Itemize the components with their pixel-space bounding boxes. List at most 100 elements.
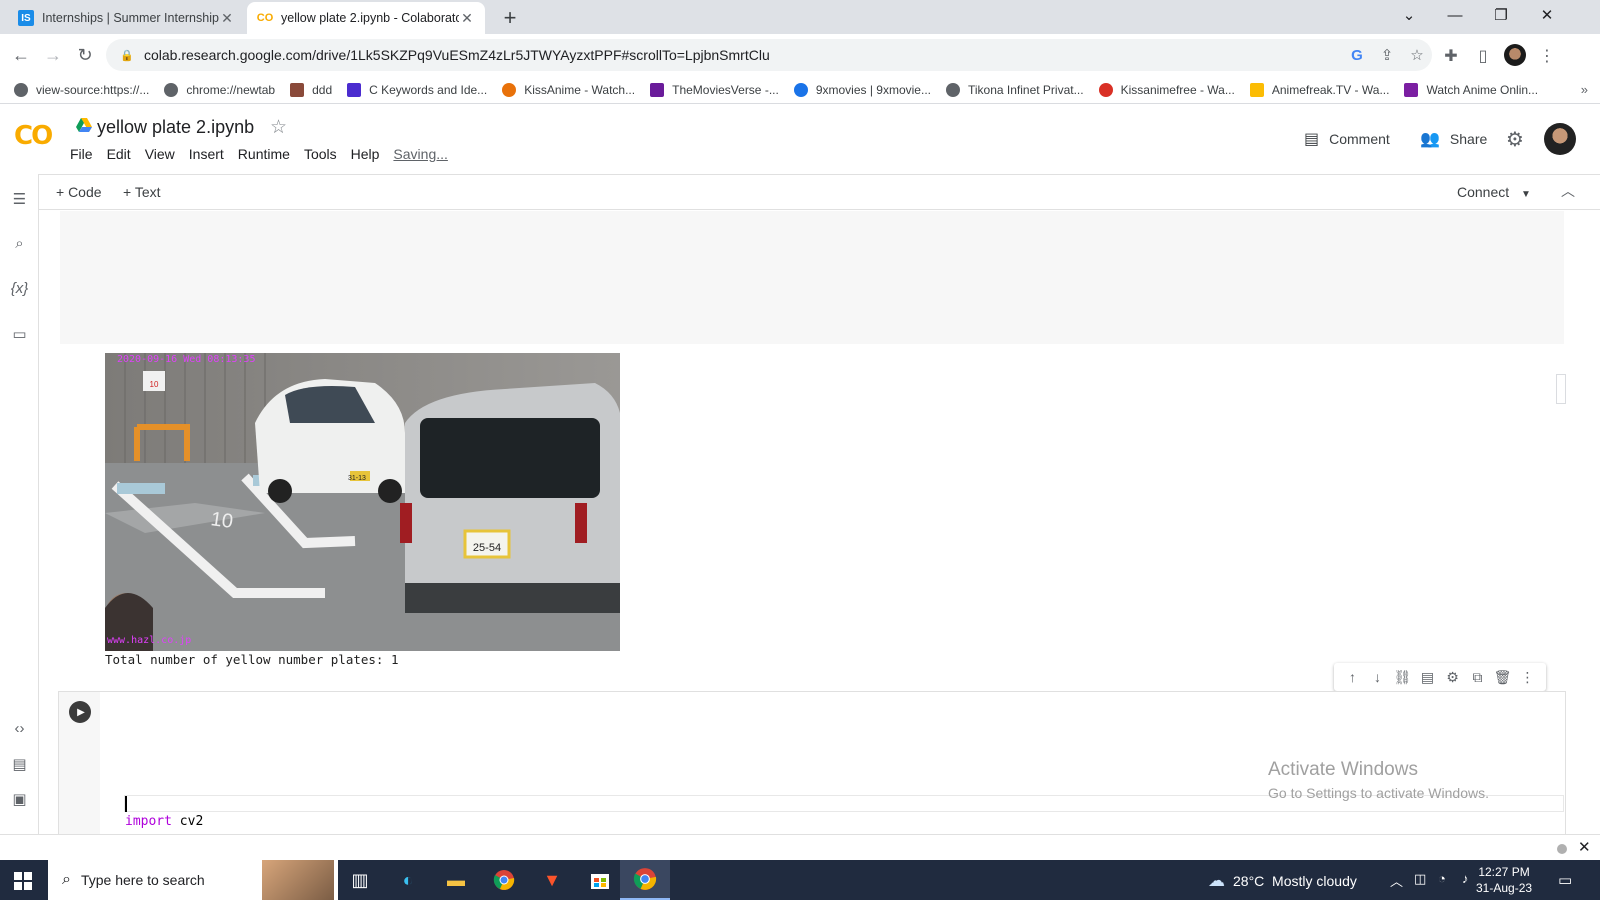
bookmark-item[interactable]: 9xmovies | 9xmovie...	[793, 82, 931, 97]
tab-colab-notebook[interactable]: CO yellow plate 2.ipynb - Colaborato ✕	[247, 2, 485, 34]
move-down-icon[interactable]: ↓	[1367, 669, 1389, 685]
wifi-icon[interactable]: ◔	[1438, 871, 1446, 886]
mirror-cell-icon[interactable]: ⧉	[1467, 669, 1489, 686]
move-up-icon[interactable]: ↑	[1342, 669, 1364, 685]
animefreak-favicon-icon	[1249, 82, 1264, 97]
code-line[interactable]: import cv2	[125, 814, 203, 829]
forward-arrow-icon[interactable]: →	[40, 42, 66, 68]
restore-button[interactable]: ❐	[1478, 0, 1524, 30]
tab-internships[interactable]: IS Internships | Summer Internship 2 ✕	[8, 2, 245, 34]
lock-icon[interactable]: 🔒	[120, 49, 134, 62]
browser-menu-icon[interactable]: ⋮	[1536, 46, 1558, 66]
files-folder-icon[interactable]: ▭	[8, 325, 31, 343]
star-icon[interactable]: ☆	[270, 116, 287, 139]
minimize-button[interactable]: —	[1432, 0, 1478, 30]
menu-tools[interactable]: Tools	[304, 146, 337, 162]
url-text[interactable]: colab.research.google.com/drive/1Lk5SKZP…	[144, 47, 1342, 63]
bookmark-item[interactable]: KissAnime - Watch...	[502, 82, 635, 97]
play-favicon-icon	[793, 82, 808, 97]
chrome-icon[interactable]	[480, 860, 528, 900]
previous-cell[interactable]	[60, 211, 1564, 344]
terminal-icon[interactable]: ▣	[8, 790, 31, 808]
microsoft-store-icon[interactable]	[576, 860, 624, 900]
variables-icon[interactable]: {x}	[8, 280, 31, 297]
menu-help[interactable]: Help	[351, 146, 380, 162]
google-icon[interactable]: G	[1342, 47, 1372, 64]
comment-icon[interactable]: ▤	[1417, 669, 1439, 686]
more-bookmarks-chevron-icon[interactable]: »	[1581, 82, 1588, 97]
globe-icon	[164, 82, 179, 97]
saving-status[interactable]: Saving...	[393, 146, 447, 162]
bookmark-item[interactable]: view-source:https://...	[14, 82, 149, 97]
bookmark-label: C Keywords and Ide...	[369, 82, 488, 97]
settings-gear-icon[interactable]: ⚙	[1506, 127, 1524, 152]
connect-button[interactable]: Connect ▼	[1457, 184, 1531, 200]
command-palette-icon[interactable]: ▤	[8, 755, 31, 773]
side-panel-icon[interactable]: ▯	[1472, 46, 1494, 66]
menu-insert[interactable]: Insert	[189, 146, 224, 162]
bookmark-item[interactable]: Watch Anime Onlin...	[1404, 82, 1538, 97]
account-avatar[interactable]	[1544, 123, 1576, 155]
code-snippets-icon[interactable]: ‹›	[8, 720, 31, 737]
close-window-button[interactable]: ✕	[1524, 0, 1570, 30]
menu-edit[interactable]: Edit	[107, 146, 131, 162]
address-bar[interactable]: 🔒 colab.research.google.com/drive/1Lk5SK…	[106, 39, 1432, 71]
google-drive-icon[interactable]	[76, 118, 92, 132]
profile-avatar-icon[interactable]	[1504, 44, 1526, 66]
show-hidden-icons-chevron-icon[interactable]: ︿	[1390, 871, 1403, 890]
close-icon[interactable]: ✕	[1578, 838, 1591, 856]
close-tab-icon[interactable]: ✕	[459, 10, 475, 27]
brave-icon[interactable]: ▼	[528, 860, 576, 900]
search-icon[interactable]: ⌕	[8, 235, 31, 252]
bookmark-item[interactable]: Kissanimefree - Wa...	[1098, 82, 1235, 97]
close-tab-icon[interactable]: ✕	[219, 10, 235, 27]
bookmark-item[interactable]: ddd	[290, 82, 332, 97]
back-arrow-icon[interactable]: ←	[8, 42, 34, 68]
edge-icon[interactable]: ◐	[384, 860, 432, 900]
scrollbar-thumb[interactable]	[1556, 374, 1566, 404]
run-cell-play-icon[interactable]: ▶	[69, 701, 91, 723]
volume-icon[interactable]: ♪	[1462, 871, 1469, 886]
system-clock[interactable]: 12:27 PM 31-Aug-23	[1476, 864, 1532, 896]
white-car	[255, 379, 405, 503]
link-icon[interactable]: ⛓	[1392, 669, 1414, 686]
table-of-contents-icon[interactable]: ☰	[8, 190, 31, 208]
add-code-button[interactable]: + Code	[56, 184, 102, 200]
delete-icon[interactable]: 🗑	[1492, 669, 1514, 686]
bookmark-item[interactable]: Animefreak.TV - Wa...	[1249, 82, 1389, 97]
menu-runtime[interactable]: Runtime	[238, 146, 290, 162]
share-button[interactable]: 👥 Share	[1420, 129, 1487, 149]
add-text-button[interactable]: + Text	[123, 184, 161, 200]
bookmark-star-icon[interactable]: ☆	[1402, 46, 1432, 64]
tab-search-chevron-icon[interactable]: ⌄	[1386, 0, 1432, 30]
meet-now-icon[interactable]: ◫	[1414, 871, 1426, 887]
new-tab-button[interactable]: +	[498, 5, 522, 31]
task-view-icon[interactable]: ▥	[336, 860, 384, 900]
bookmark-item[interactable]: Tikona Infinet Privat...	[945, 82, 1084, 97]
parking-sign-number: 10	[150, 380, 159, 389]
extensions-puzzle-icon[interactable]: ✚	[1440, 46, 1462, 66]
bookmark-label: Tikona Infinet Privat...	[967, 82, 1084, 97]
menu-file[interactable]: File	[70, 146, 93, 162]
file-explorer-icon[interactable]: ▬	[432, 860, 480, 900]
browser-toolbar: ← → ↻ 🔒 colab.research.google.com/drive/…	[0, 34, 1600, 76]
internshala-favicon-icon: IS	[18, 10, 34, 26]
reload-icon[interactable]: ↻	[72, 42, 98, 68]
notebook-title[interactable]: yellow plate 2.ipynb	[97, 117, 254, 138]
menu-view[interactable]: View	[145, 146, 175, 162]
dropdown-caret-icon[interactable]: ▼	[1521, 189, 1531, 200]
comment-button[interactable]: ▤ Comment	[1304, 129, 1390, 149]
colab-logo[interactable]: CO	[14, 121, 53, 151]
more-vert-icon[interactable]: ⋮	[1517, 669, 1539, 686]
gear-icon[interactable]: ⚙	[1442, 669, 1464, 686]
bookmark-item[interactable]: chrome://newtab	[164, 82, 275, 97]
notifications-icon[interactable]: ▭	[1558, 871, 1572, 889]
taskbar-search-box[interactable]: ⌕ Type here to search	[48, 860, 338, 900]
chrome-profile-active-icon[interactable]	[620, 860, 670, 900]
bookmark-item[interactable]: C Keywords and Ide...	[347, 82, 488, 97]
share-icon[interactable]: ⇪	[1372, 46, 1402, 64]
weather-widget[interactable]: ☁ 28°C Mostly cloudy	[1208, 871, 1357, 891]
bookmark-item[interactable]: TheMoviesVerse -...	[650, 82, 779, 97]
collapse-header-icon[interactable]: ︿	[1561, 181, 1575, 201]
windows-start-icon[interactable]	[14, 872, 32, 890]
